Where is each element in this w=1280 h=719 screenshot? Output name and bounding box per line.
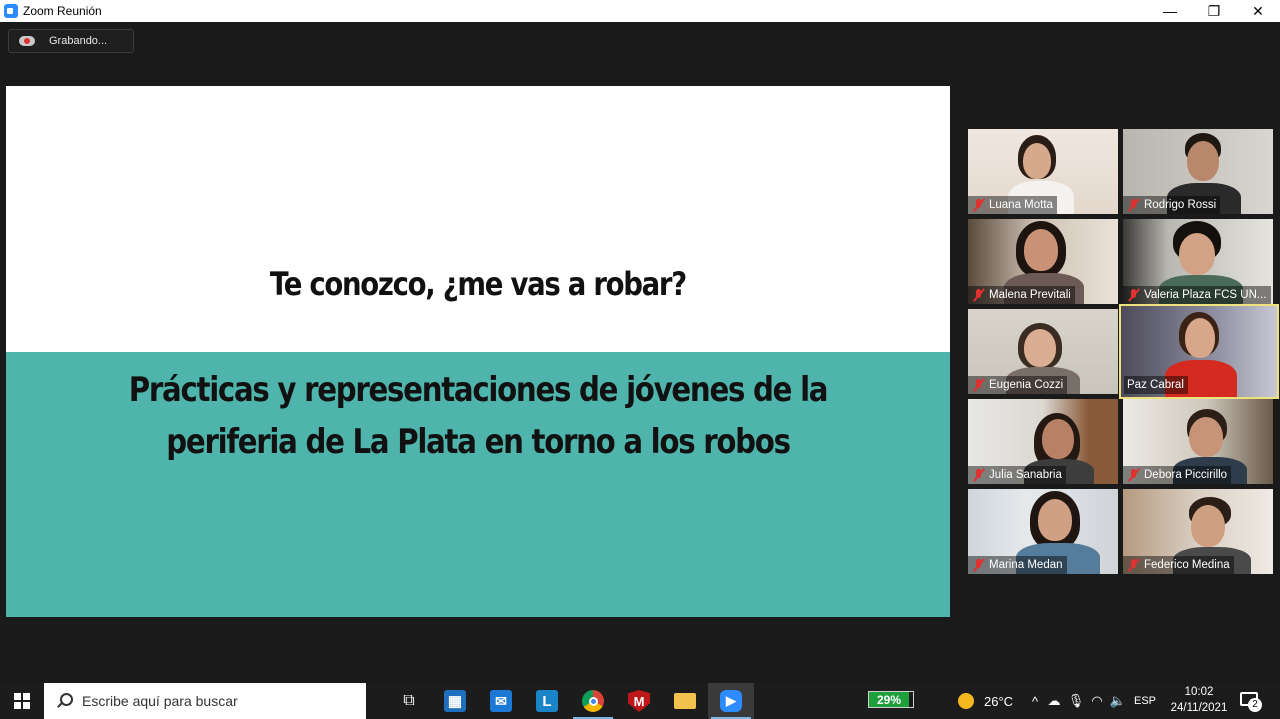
mic-muted-icon xyxy=(972,558,986,572)
mic-muted-icon xyxy=(972,198,986,212)
system-tray-icons: ^ ☁ 🎙 ◠ 🔈 ESP xyxy=(1028,683,1156,719)
participant-name-bar: Malena Previtali xyxy=(968,286,1075,304)
start-button[interactable] xyxy=(0,683,44,719)
mail-button[interactable]: ✉ xyxy=(478,683,524,719)
slide-subtitle-line-1: Prácticas y representaciones de jóvenes … xyxy=(128,370,829,410)
participant-name-bar: Federico Medina xyxy=(1123,556,1234,574)
mic-muted-icon xyxy=(1127,558,1141,572)
notification-count: 2 xyxy=(1248,698,1262,712)
participant-name-bar: Debora Piccirillo xyxy=(1123,466,1232,484)
onedrive-cloud-icon[interactable]: ☁ xyxy=(1042,693,1066,709)
clock-time: 10:02 xyxy=(1184,686,1214,698)
participant-tile[interactable]: Rodrigo Rossi xyxy=(1123,129,1273,214)
weather-sun-icon xyxy=(958,693,974,709)
participant-tile[interactable]: Debora Piccirillo xyxy=(1123,399,1273,484)
zoom-app-icon xyxy=(4,4,18,18)
window-title: Zoom Reunión xyxy=(23,4,102,18)
participant-name-bar: Julia Sanabria xyxy=(968,466,1066,484)
volume-icon[interactable]: 🔈 xyxy=(1108,693,1128,709)
slide-title: Te conozco, ¿me vas a robar? xyxy=(269,265,687,303)
participant-tile[interactable]: Julia Sanabria xyxy=(968,399,1118,484)
participant-name: Federico Medina xyxy=(1144,559,1230,571)
participant-tile[interactable]: Eugenia Cozzi xyxy=(968,309,1118,394)
participant-name: Julia Sanabria xyxy=(989,469,1062,481)
participant-name-bar: Rodrigo Rossi xyxy=(1123,196,1221,214)
chevron-up-icon[interactable]: ^ xyxy=(1028,694,1042,709)
windows-logo-icon xyxy=(14,693,30,709)
clock-date: 24/11/2021 xyxy=(1170,702,1228,714)
participant-name: Malena Previtali xyxy=(989,289,1071,301)
chrome-button[interactable] xyxy=(570,683,616,719)
participant-name-bar: Marina Medan xyxy=(968,556,1067,574)
mic-muted-icon xyxy=(972,288,986,302)
task-view-icon: ⧉ xyxy=(403,692,415,709)
slide-subtitle-area: Prácticas y representaciones de jóvenes … xyxy=(6,352,950,617)
cloud-recording-icon xyxy=(19,35,35,47)
participant-name-bar: Valeria Plaza FCS UN... xyxy=(1123,286,1271,304)
participant-tile[interactable]: Luana Motta xyxy=(968,129,1118,214)
mic-muted-icon xyxy=(1127,198,1141,212)
chrome-icon xyxy=(582,690,604,712)
task-view-button[interactable]: ⧉ xyxy=(386,683,432,719)
taskbar-clock[interactable]: 10:02 24/11/2021 xyxy=(1166,684,1232,716)
zoom-button[interactable]: ▶ xyxy=(708,683,754,719)
participant-tile-active-speaker[interactable]: Paz Cabral xyxy=(1119,304,1279,399)
file-explorer-icon xyxy=(674,693,696,709)
mcafee-icon: M xyxy=(628,690,650,712)
store-icon: ▦ xyxy=(444,690,466,712)
wifi-icon[interactable]: ◠ xyxy=(1086,693,1108,709)
notification-center-button[interactable]: 2 xyxy=(1238,690,1262,712)
close-button[interactable]: ✕ xyxy=(1236,0,1280,22)
participant-tile[interactable]: Marina Medan xyxy=(968,489,1118,574)
window-controls: — ❐ ✕ xyxy=(1148,0,1280,22)
participant-tile[interactable]: Valeria Plaza FCS UN... xyxy=(1123,219,1273,304)
participant-name-bar: Luana Motta xyxy=(968,196,1057,214)
slide-subtitle-line-2: periferia de La Plata en torno a los rob… xyxy=(166,422,791,462)
search-placeholder: Escribe aquí para buscar xyxy=(82,693,238,709)
participant-name: Luana Motta xyxy=(989,199,1053,211)
recording-label: Grabando... xyxy=(49,35,108,47)
slide-header-area: Te conozco, ¿me vas a robar? xyxy=(6,86,950,352)
battery-level: 29% xyxy=(869,692,909,707)
mail-icon: ✉ xyxy=(490,690,512,712)
battery-indicator[interactable]: 29% xyxy=(868,691,914,708)
mic-muted-icon xyxy=(972,468,986,482)
participant-name-bar: Paz Cabral xyxy=(1124,376,1188,394)
weather-widget[interactable]: 26°C xyxy=(958,683,1013,719)
restore-button[interactable]: ❐ xyxy=(1192,0,1236,22)
mcafee-button[interactable]: M xyxy=(616,683,662,719)
store-button[interactable]: ▦ xyxy=(432,683,478,719)
participant-tile[interactable]: Federico Medina xyxy=(1123,489,1273,574)
search-icon xyxy=(56,693,73,709)
participant-name: Eugenia Cozzi xyxy=(989,379,1064,391)
participant-name: Valeria Plaza FCS UN... xyxy=(1144,289,1267,301)
microphone-icon[interactable]: 🎙 xyxy=(1066,693,1086,709)
file-explorer-button[interactable] xyxy=(662,683,708,719)
participant-tile[interactable]: Malena Previtali xyxy=(968,219,1118,304)
minimize-button[interactable]: — xyxy=(1148,0,1192,22)
participant-name: Paz Cabral xyxy=(1127,379,1184,391)
l-app-button[interactable]: L xyxy=(524,683,570,719)
participant-name: Debora Piccirillo xyxy=(1144,469,1228,481)
input-language[interactable]: ESP xyxy=(1134,695,1156,707)
window-title-bar: Zoom Reunión — ❐ ✕ xyxy=(0,0,1280,22)
zoom-icon: ▶ xyxy=(720,690,742,712)
mic-muted-icon xyxy=(1127,468,1141,482)
shared-screen-slide: Te conozco, ¿me vas a robar? Prácticas y… xyxy=(6,86,950,617)
l-app-icon: L xyxy=(536,690,558,712)
weather-temperature: 26°C xyxy=(984,693,1014,709)
participant-name: Marina Medan xyxy=(989,559,1063,571)
participant-name: Rodrigo Rossi xyxy=(1144,199,1217,211)
participant-name-bar: Eugenia Cozzi xyxy=(968,376,1068,394)
mic-muted-icon xyxy=(972,378,986,392)
recording-indicator[interactable]: Grabando... xyxy=(8,29,134,53)
taskbar-search-box[interactable]: Escribe aquí para buscar xyxy=(44,683,366,719)
slide-subtitle: Prácticas y representaciones de jóvenes … xyxy=(72,364,884,468)
mic-muted-icon xyxy=(1127,288,1141,302)
